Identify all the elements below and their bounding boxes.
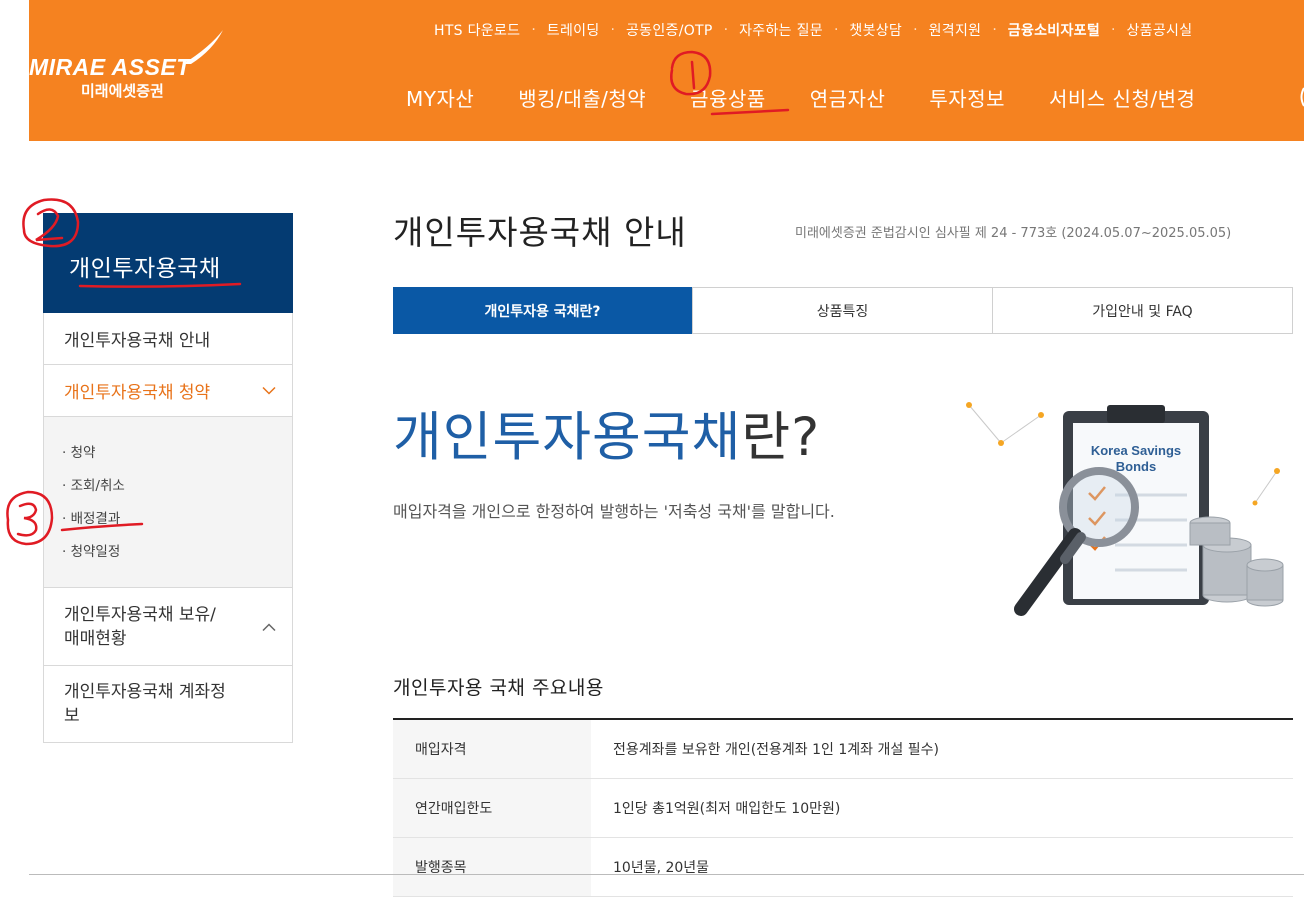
utility-nav: HTS 다운로드 · 트레이딩 · 공동인증/OTP · 자주하는 질문 · 챗… — [434, 20, 1193, 40]
table-row: 매입자격 전용계좌를 보유한 개인(전용계좌 1인 1계좌 개설 필수) — [393, 719, 1293, 779]
util-chatbot[interactable]: 챗봇상담 — [849, 20, 902, 40]
sidebar-item-subscription[interactable]: 개인투자용국채 청약 — [44, 364, 292, 416]
sidebar-item-account-info[interactable]: 개인투자용국채 계좌정 보 — [44, 665, 292, 742]
chevron-down-icon — [262, 386, 276, 395]
summary-section-title: 개인투자용 국채 주요내용 — [393, 677, 604, 699]
util-consumer-portal[interactable]: 금융소비자포털 — [1008, 20, 1100, 40]
util-faq[interactable]: 자주하는 질문 — [739, 20, 823, 40]
savings-bond-illustration: Korea Savings Bonds — [966, 402, 1284, 616]
row-value: 10년물, 20년물 — [591, 837, 1293, 897]
main-nav: MY자산 뱅킹/대출/청약 금융상품 연금자산 투자정보 서비스 신청/변경 — [406, 82, 1239, 112]
row-value: 전용계좌를 보유한 개인(전용계좌 1인 1계좌 개설 필수) — [591, 719, 1293, 779]
nav-banking-loan-subscription[interactable]: 뱅킹/대출/청약 — [518, 83, 646, 112]
sidebar-header: 개인투자용국채 — [43, 213, 293, 313]
util-hts-download[interactable]: HTS 다운로드 — [434, 20, 520, 40]
table-row: 발행종목 10년물, 20년물 — [393, 837, 1293, 897]
row-value: 1인당 총1억원(최저 매입한도 10만원) — [591, 778, 1293, 838]
hero-description: 매입자격을 개인으로 한정하여 발행하는 '저축성 국채'를 말합니다. — [393, 502, 835, 521]
nav-overflow-icon — [1300, 87, 1304, 107]
site-header: MIRAE ASSET 미래에셋증권 HTS 다운로드 · 트레이딩 · 공동인… — [29, 0, 1304, 141]
sidebar-item-label: 개인투자용국채 계좌정 보 — [64, 682, 226, 726]
submenu-schedule[interactable]: · 청약일정 — [62, 536, 292, 569]
sidebar-item-holdings[interactable]: 개인투자용국채 보유/ 매매현황 — [44, 587, 292, 665]
illus-text-line-1: Korea Savings — [1091, 443, 1181, 458]
logo-text-en: MIRAE ASSET — [29, 54, 191, 80]
util-trading[interactable]: 트레이딩 — [547, 20, 600, 40]
chevron-up-icon — [262, 622, 276, 631]
nav-financial-products[interactable]: 금융상품 — [690, 83, 766, 112]
sidebar-item-label: 개인투자용국채 보유/ 매매현황 — [64, 604, 216, 649]
util-product-disclosure[interactable]: 상품공시실 — [1126, 20, 1192, 40]
submenu-allocation-result[interactable]: · 배정결과 — [62, 503, 292, 536]
submenu-subscribe[interactable]: · 청약 — [62, 437, 292, 470]
sidebar-menu: 개인투자용국채 안내 개인투자용국채 청약 · 청약 · 조회/취소 · 배정결… — [43, 313, 293, 743]
table-row: 연간매입한도 1인당 총1억원(최저 매입한도 10만원) — [393, 778, 1293, 838]
sidebar-item-guide[interactable]: 개인투자용국채 안내 — [44, 313, 292, 364]
page-title: 개인투자용국채 안내 — [393, 213, 687, 252]
sidebar-item-label: 개인투자용국채 청약 — [64, 383, 211, 403]
sidebar-title: 개인투자용국채 — [69, 256, 221, 282]
tab-product-features[interactable]: 상품특징 — [692, 288, 992, 333]
util-remote-support[interactable]: 원격지원 — [929, 20, 982, 40]
sidebar-submenu: · 청약 · 조회/취소 · 배정결과 · 청약일정 — [44, 416, 292, 587]
mirae-asset-logo[interactable]: MIRAE ASSET 미래에셋증권 — [29, 28, 229, 108]
content-tabs: 개인투자용 국채란? 상품특징 가입안내 및 FAQ — [393, 287, 1293, 334]
util-certificate-otp[interactable]: 공동인증/OTP — [626, 20, 713, 40]
row-label: 발행종목 — [393, 837, 591, 897]
logo-text-ko: 미래에셋증권 — [81, 82, 164, 100]
tab-signup-faq[interactable]: 가입안내 및 FAQ — [992, 288, 1292, 333]
tab-what-is-bond[interactable]: 개인투자용 국채란? — [393, 287, 692, 334]
sidebar-item-label: 개인투자용국채 안내 — [64, 331, 211, 351]
nav-investment-info[interactable]: 투자정보 — [929, 83, 1005, 112]
illus-text-line-2: Bonds — [1116, 459, 1156, 474]
hero-title-suffix: 란? — [741, 407, 821, 468]
hero-title: 개인투자용국채란? — [393, 395, 820, 471]
submenu-inquiry-cancel[interactable]: · 조회/취소 — [62, 470, 292, 503]
row-label: 매입자격 — [393, 719, 591, 779]
nav-my-assets[interactable]: MY자산 — [406, 83, 474, 112]
nav-pension-assets[interactable]: 연금자산 — [810, 83, 886, 112]
nav-service-request[interactable]: 서비스 신청/변경 — [1049, 83, 1195, 112]
row-label: 연간매입한도 — [393, 778, 591, 838]
page-bottom-divider — [29, 874, 1304, 875]
summary-table: 매입자격 전용계좌를 보유한 개인(전용계좌 1인 1계좌 개설 필수) 연간매… — [393, 718, 1293, 897]
hero-title-main: 개인투자용국채 — [393, 407, 742, 468]
compliance-review-note: 미래에셋증권 준법감시인 심사필 제 24 - 773호 (2024.05.07… — [795, 226, 1232, 241]
